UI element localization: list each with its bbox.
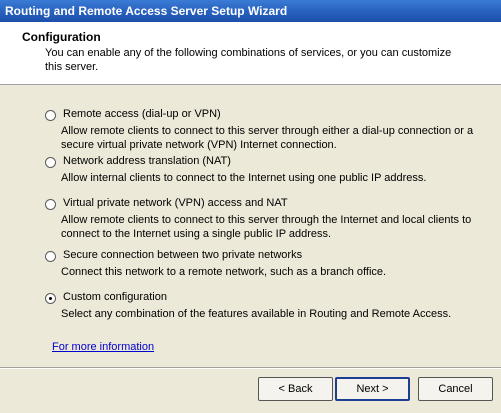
option-label: Virtual private network (VPN) access and…	[63, 197, 288, 209]
footer-divider	[0, 367, 501, 369]
wizard-window: Routing and Remote Access Server Setup W…	[0, 0, 501, 413]
options-panel: Remote access (dial-up or VPN) Allow rem…	[0, 85, 501, 367]
radio-nat[interactable]	[45, 157, 56, 168]
wizard-header: Configuration You can enable any of the …	[0, 22, 501, 85]
option-label: Secure connection between two private ne…	[63, 249, 303, 261]
cancel-button[interactable]: Cancel	[418, 377, 493, 401]
option-description: Allow remote clients to connect to this …	[61, 214, 472, 240]
page-title: Configuration	[22, 30, 101, 44]
next-button[interactable]: Next >	[335, 377, 410, 401]
page-description: You can enable any of the following comb…	[45, 47, 452, 73]
radio-vpn-and-nat[interactable]	[45, 199, 56, 210]
more-info-link[interactable]: For more information	[52, 341, 154, 353]
radio-secure-connection[interactable]	[45, 251, 56, 262]
option-description: Allow internal clients to connect to the…	[61, 172, 427, 184]
option-description: Connect this network to a remote network…	[61, 266, 387, 278]
title-bar[interactable]: Routing and Remote Access Server Setup W…	[0, 0, 501, 22]
radio-custom-configuration[interactable]	[45, 293, 56, 304]
radio-remote-access[interactable]	[45, 110, 56, 121]
option-description: Allow remote clients to connect to this …	[61, 125, 474, 151]
window-title: Routing and Remote Access Server Setup W…	[5, 4, 288, 18]
back-button[interactable]: < Back	[258, 377, 333, 401]
option-label: Custom configuration	[63, 291, 167, 303]
option-label: Remote access (dial-up or VPN)	[63, 108, 221, 120]
option-description: Select any combination of the features a…	[61, 308, 452, 320]
option-label: Network address translation (NAT)	[63, 155, 231, 167]
